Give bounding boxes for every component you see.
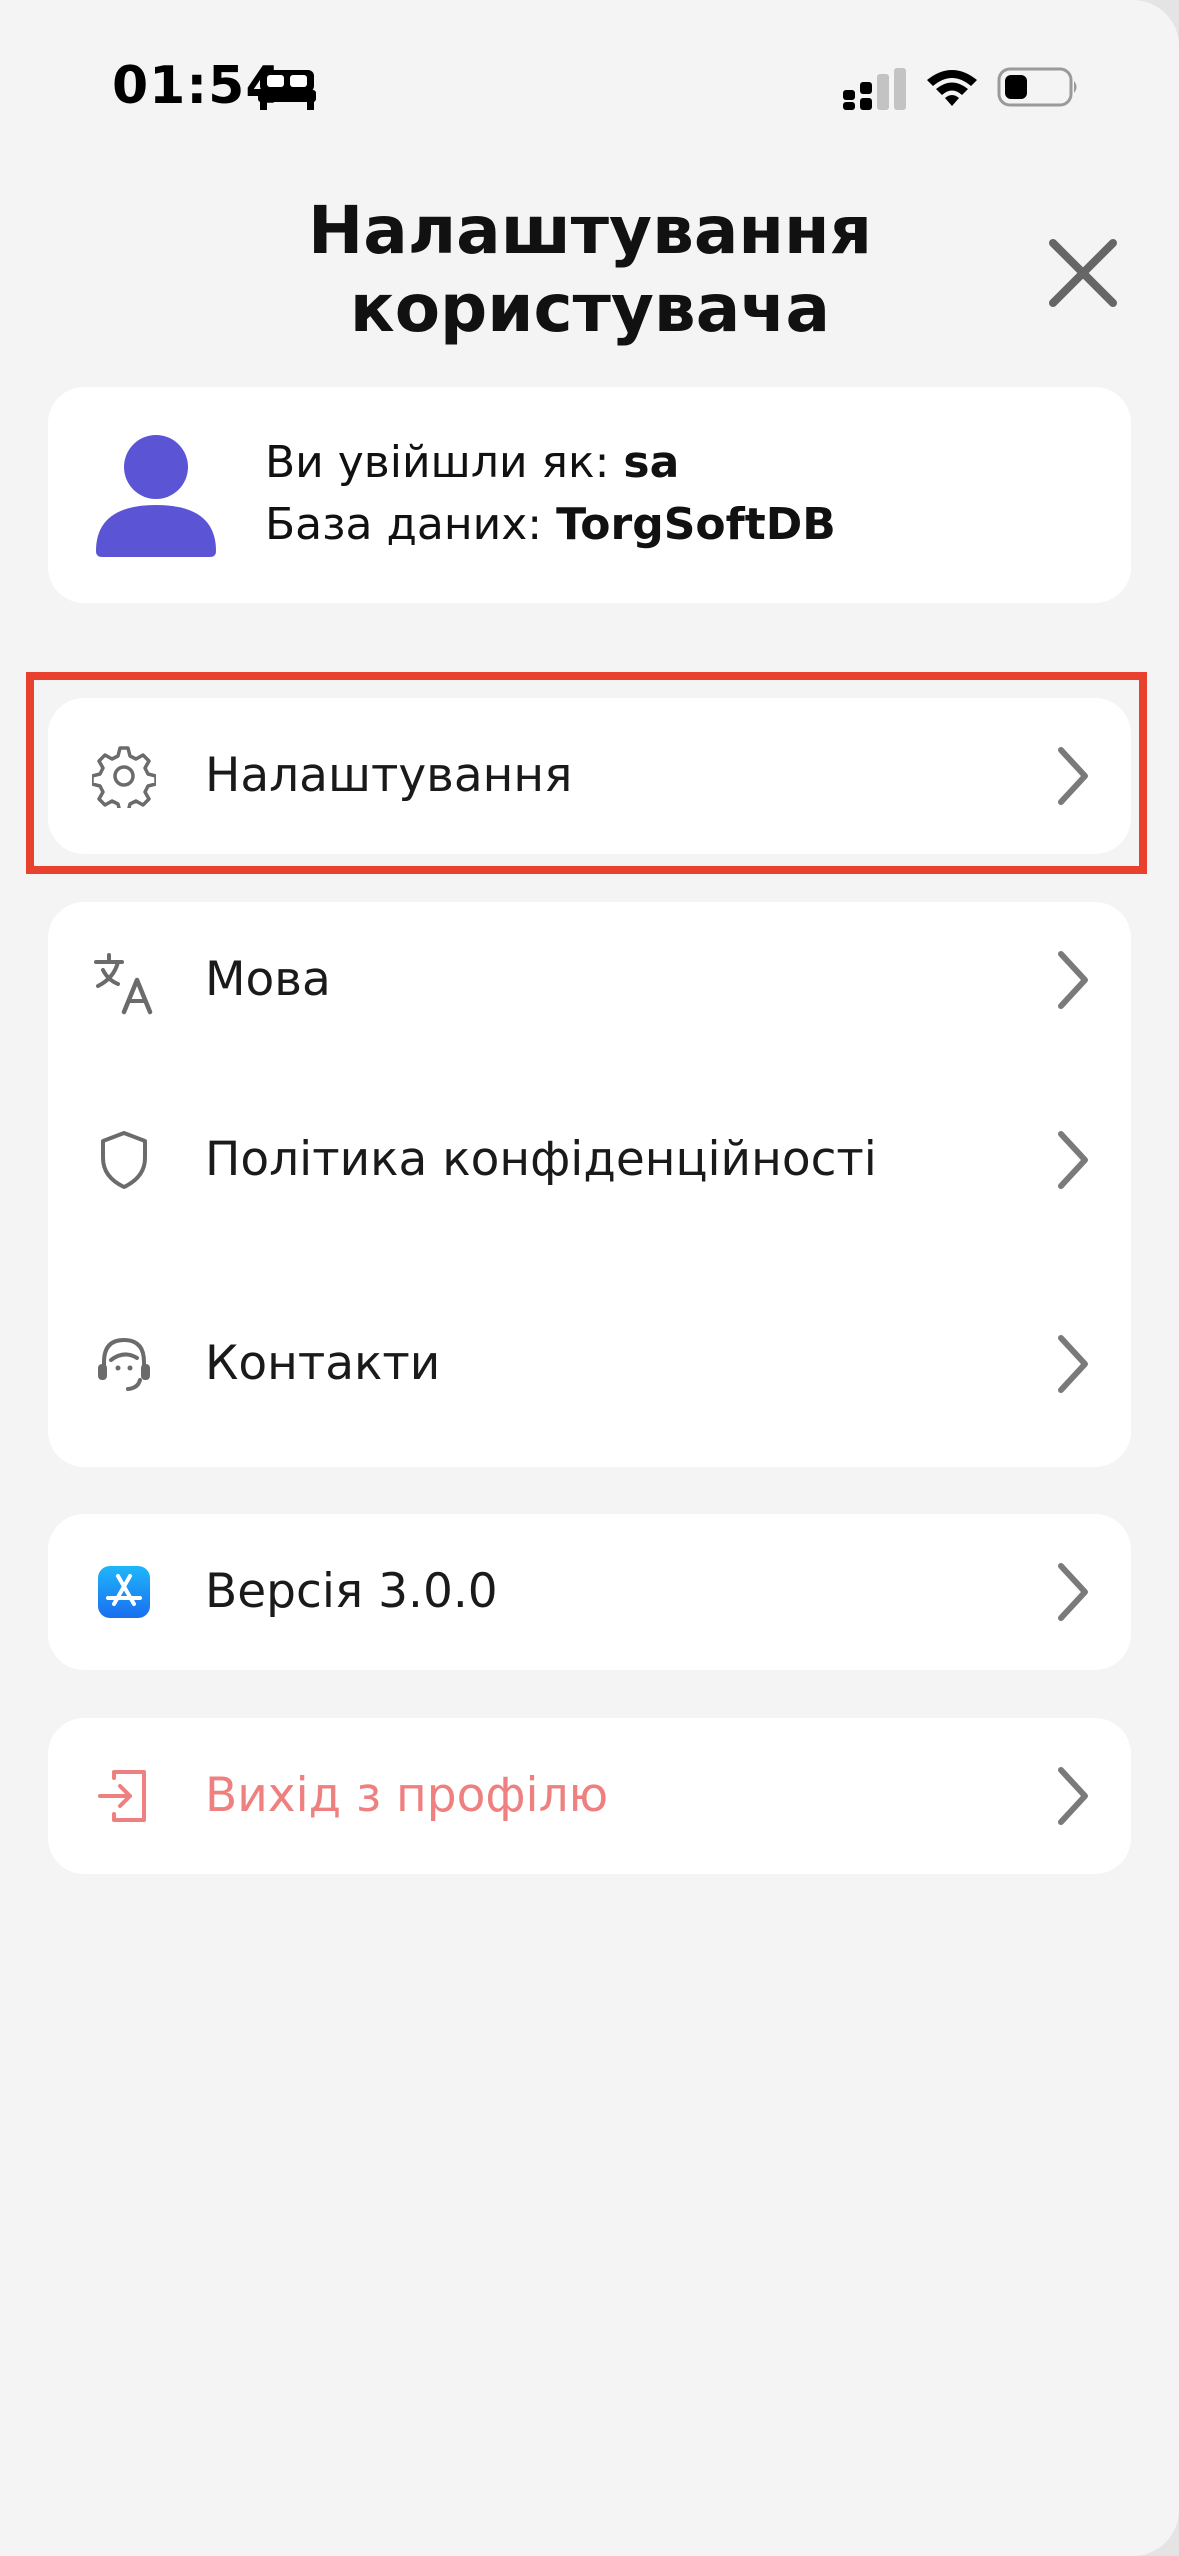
status-bar: 01:54	[0, 0, 1179, 170]
support-agent-icon	[98, 1337, 150, 1391]
database-text: База даних: TorgSoftDB	[265, 499, 836, 550]
settings-screen: 01:54 Налаштування користувача Ви увійшл…	[0, 0, 1179, 2556]
menu-label-logout: Вихід з профілю	[205, 1768, 609, 1823]
cellular-signal-icon	[843, 68, 906, 110]
gear-icon	[92, 746, 156, 808]
battery-icon	[997, 67, 1077, 107]
chevron-right-icon	[1058, 747, 1088, 805]
menu-item-contacts[interactable]: Контакти	[48, 1286, 1131, 1442]
menu-label-language: Мова	[205, 952, 331, 1007]
shield-icon	[101, 1131, 147, 1189]
app-store-icon	[98, 1566, 150, 1618]
chevron-right-icon	[1058, 1131, 1088, 1189]
chevron-right-icon	[1058, 1563, 1088, 1621]
database-label: База даних:	[265, 499, 557, 550]
menu-item-language[interactable]: Мова	[48, 902, 1131, 1058]
logout-icon	[98, 1770, 146, 1822]
menu-item-settings[interactable]: Налаштування	[48, 698, 1131, 854]
logout-card: Вихід з профілю	[48, 1718, 1131, 1874]
menu-item-version[interactable]: Версія 3.0.0	[48, 1514, 1131, 1670]
translate-icon	[94, 953, 153, 1015]
status-time: 01:54	[112, 56, 283, 116]
menu-item-privacy-policy[interactable]: Політика конфіденційності	[48, 1082, 1131, 1238]
menu-label-privacy-policy: Політика конфіденційності	[205, 1132, 877, 1187]
profile-card: Ви увійшли як: sa База даних: TorgSoftDB	[48, 387, 1131, 603]
close-icon[interactable]	[1045, 235, 1121, 311]
chevron-right-icon	[1058, 1767, 1088, 1825]
settings-card: Налаштування	[48, 698, 1131, 854]
version-card: Версія 3.0.0	[48, 1514, 1131, 1670]
menu-label-settings: Налаштування	[205, 748, 573, 803]
menu-label-contacts: Контакти	[205, 1336, 441, 1391]
chevron-right-icon	[1058, 951, 1088, 1009]
menu-item-logout[interactable]: Вихід з профілю	[48, 1718, 1131, 1874]
user-avatar-icon	[96, 435, 216, 557]
menu-group-card: Мова Політика конфіденційності Контакти	[48, 902, 1131, 1467]
chevron-right-icon	[1058, 1335, 1088, 1393]
logged-in-label: Ви увійшли як:	[265, 437, 624, 488]
version-label: Версія 3.0.0	[205, 1564, 498, 1619]
database-value: TorgSoftDB	[556, 499, 836, 550]
wifi-icon	[927, 70, 977, 106]
logged-in-as-text: Ви увійшли як: sa	[265, 437, 679, 488]
username-value: sa	[623, 437, 680, 488]
page-title: Налаштування користувача	[308, 192, 872, 347]
bed-icon	[258, 70, 316, 110]
